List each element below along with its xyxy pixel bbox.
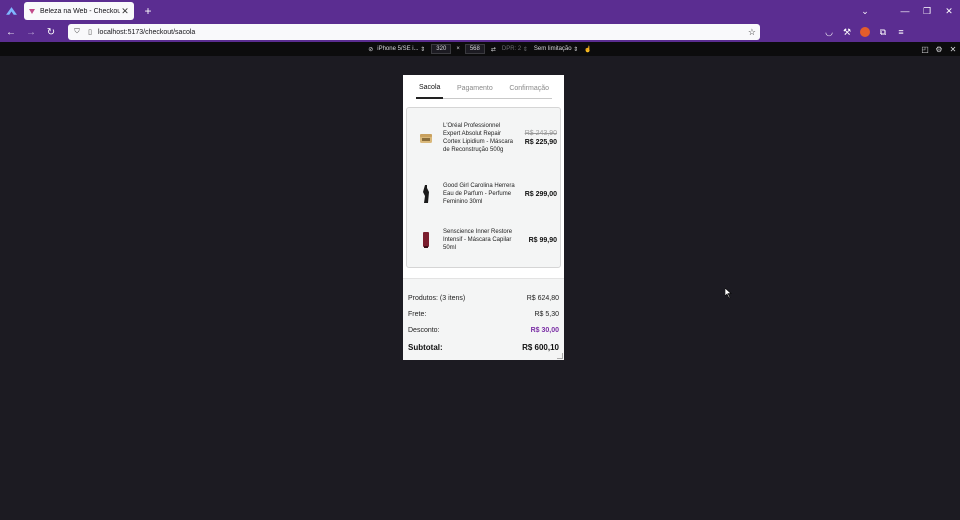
mouse-cursor-icon [725, 288, 732, 298]
device-icon: ⊘ [368, 46, 374, 53]
product-price: R$ 299,00 [525, 191, 557, 198]
subtotal-value: R$ 600,10 [522, 343, 559, 352]
viewport-height-input[interactable]: 568 [464, 44, 485, 54]
settings-gear-icon[interactable]: ⚙ [932, 45, 946, 54]
firefox-view-icon[interactable] [0, 0, 22, 22]
summary-discount-row: Desconto: R$ 30,00 [408, 327, 559, 334]
device-selector[interactable]: ⊘ iPhone 5/SE i... ⇕ [368, 46, 425, 53]
product-current-price: R$ 225,90 [524, 139, 557, 146]
throttling-selector[interactable]: Sem limitação ⇕ [534, 46, 578, 53]
close-tab-icon[interactable]: ✕ [120, 6, 130, 17]
restore-icon[interactable]: ❐ [916, 6, 938, 17]
discount-value: R$ 30,00 [530, 327, 559, 334]
order-summary: Produtos: (3 itens) R$ 624,80 Frete: R$ … [403, 278, 564, 360]
browser-tab-bar: Beleza na Web - Checkout ✕ + ⌄ — ❐ ✕ [0, 0, 960, 22]
product-current-price: R$ 99,90 [528, 236, 557, 244]
heart-favicon-icon [29, 9, 35, 14]
product-price: R$ 99,90 [529, 237, 557, 244]
shipping-label: Frete: [408, 311, 427, 318]
back-icon[interactable]: ← [2, 27, 20, 38]
new-tab-icon[interactable]: + [142, 4, 154, 18]
step-sacola[interactable]: Sacola [416, 79, 444, 99]
url-bar[interactable]: ⛉ ▯ localhost:5173/checkout/sacola ☆ [68, 24, 760, 40]
throttling-label: Sem limitação [533, 46, 572, 52]
device-name: iPhone 5/SE i... [377, 46, 419, 52]
bookmark-star-icon[interactable]: ☆ [748, 27, 756, 38]
page-info-icon[interactable]: ▯ [85, 28, 95, 36]
viewport-width-input[interactable]: 320 [431, 44, 452, 54]
summary-shipping-row: Frete: R$ 5,30 [408, 311, 559, 318]
product-name: Good Girl Carolina Herrera Eau de Parfum… [443, 183, 515, 205]
extension-avatar-icon[interactable] [856, 27, 874, 38]
product-old-price: R$ 243,90 [524, 130, 557, 137]
list-all-tabs-icon[interactable]: ⌄ [854, 6, 876, 17]
chevron-updown-icon: ⇕ [418, 46, 426, 53]
step-pagamento[interactable]: Pagamento [454, 79, 496, 99]
browser-nav-bar: ← → ↻ ⛉ ▯ localhost:5173/checkout/sacola… [0, 22, 960, 42]
close-rdm-icon[interactable]: ✕ [946, 45, 960, 54]
dpr-label: DPR: 2 [501, 46, 522, 52]
bag-products-card: L'Oréal Professionnel Expert Absolut Rep… [406, 107, 561, 268]
product-price: R$ 243,90 R$ 225,90 [525, 130, 557, 146]
shield-icon[interactable]: ⛉ [72, 28, 82, 36]
url-text[interactable]: localhost:5173/checkout/sacola [98, 29, 748, 36]
product-current-price: R$ 299,00 [524, 190, 557, 198]
touch-simulation-icon[interactable]: ☝ [584, 46, 591, 53]
step-confirmacao[interactable]: Confirmação [506, 79, 552, 99]
product-item: Senscience Inner Restore Intensif - Másc… [407, 228, 562, 252]
toolbar-icons: ◡ ⚒ ⧉ ≡ [820, 27, 910, 38]
extensions-puzzle-icon[interactable]: ⧉ [874, 27, 892, 38]
browser-tab-checkout[interactable]: Beleza na Web - Checkout ✕ [24, 2, 134, 20]
rotate-viewport-icon[interactable]: ⇄ [491, 46, 496, 53]
screenshot-icon[interactable]: ◰ [918, 45, 932, 54]
menu-hamburger-icon[interactable]: ≡ [892, 27, 910, 37]
tube-icon [416, 229, 436, 251]
wrench-icon[interactable]: ⚒ [838, 27, 856, 38]
viewport-resize-handle[interactable] [557, 353, 563, 359]
reload-icon[interactable]: ↻ [42, 27, 60, 38]
shipping-value: R$ 5,30 [534, 311, 559, 318]
summary-subtotal-row: Subtotal: R$ 600,10 [408, 343, 559, 352]
product-name: L'Oréal Professionnel Expert Absolut Rep… [443, 123, 514, 153]
products-value: R$ 624,80 [526, 295, 559, 302]
subtotal-label: Subtotal: [408, 343, 443, 352]
summary-products-row: Produtos: (3 itens) R$ 624,80 [408, 295, 559, 302]
perfume-bottle-icon [416, 183, 436, 205]
minimize-icon[interactable]: — [894, 6, 916, 16]
discount-label: Desconto: [408, 327, 440, 334]
product-name: Senscience Inner Restore Intensif - Másc… [443, 229, 513, 251]
products-label: Produtos: (3 itens) [408, 295, 466, 302]
pocket-icon[interactable]: ◡ [820, 27, 838, 38]
responsive-design-toolbar: ⊘ iPhone 5/SE i... ⇕ 320 × 568 ⇄ DPR: 2 … [0, 42, 960, 56]
dpr-selector[interactable]: DPR: 2 ⇕ [502, 46, 528, 53]
product-item: L'Oréal Professionnel Expert Absolut Rep… [407, 122, 562, 154]
product-item: Good Girl Carolina Herrera Eau de Parfum… [407, 182, 562, 206]
checkout-steps: Sacola Pagamento Confirmação [416, 79, 552, 99]
tab-title: Beleza na Web - Checkout [40, 7, 120, 15]
close-window-icon[interactable]: ✕ [938, 6, 960, 17]
device-viewport: Sacola Pagamento Confirmação L'Oréal Pro… [403, 75, 564, 360]
dimension-separator: × [456, 46, 460, 52]
window-controls: ⌄ — ❐ ✕ [854, 0, 960, 22]
forward-icon[interactable]: → [22, 27, 40, 38]
cream-jar-icon [416, 127, 436, 149]
